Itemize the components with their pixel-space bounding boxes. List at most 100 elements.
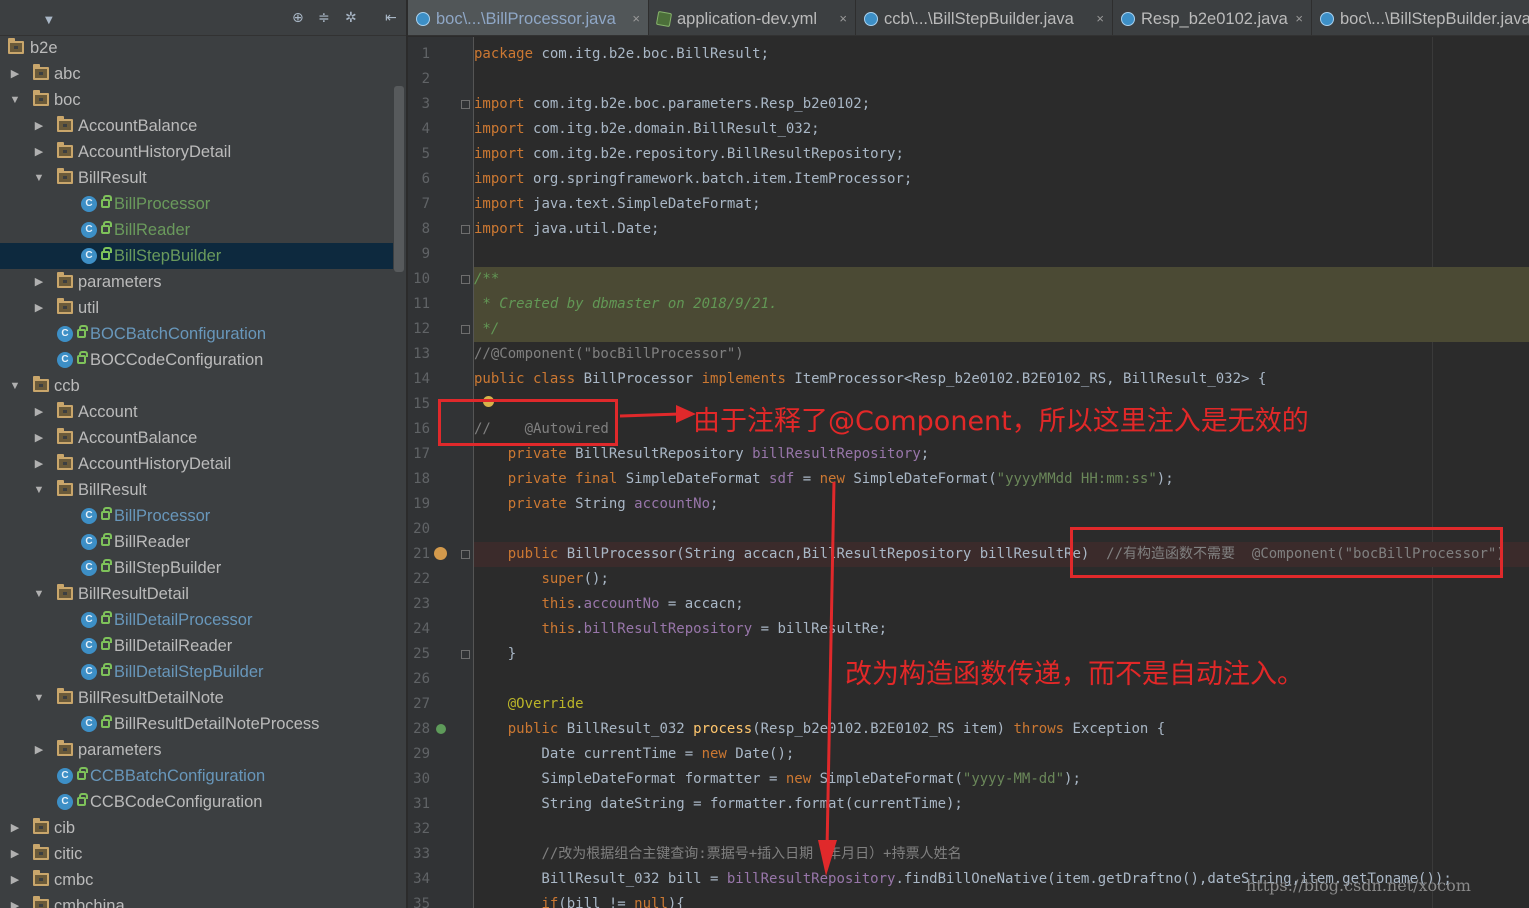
editor-tab[interactable]: boc\...\BillProcessor.java × <box>408 0 649 35</box>
editor-tab[interactable]: ccb\...\BillStepBuilder.java × <box>856 0 1113 35</box>
code-line[interactable]: String dateString = formatter.format(cur… <box>474 792 1529 817</box>
code-line[interactable]: //改为根据组合主键查询:票据号+插入日期（年月日）+持票人姓名 <box>474 842 1529 867</box>
code-line[interactable]: Date currentTime = new Date(); <box>474 742 1529 767</box>
collapse-arrow-icon[interactable]: ▶ <box>33 113 45 139</box>
tree-package-item[interactable]: ▶ cmbc <box>0 867 393 893</box>
tree-package-item[interactable]: ▼ BillResult <box>0 477 393 503</box>
tree-package-item[interactable]: ▶ AccountHistoryDetail <box>0 451 393 477</box>
collapse-arrow-icon[interactable]: ▶ <box>9 815 21 841</box>
code-line[interactable]: import com.itg.b2e.domain.BillResult_032… <box>474 117 1529 142</box>
tree-package-item[interactable]: ▼ ccb <box>0 373 393 399</box>
code-line[interactable]: private final SimpleDateFormat sdf = new… <box>474 467 1529 492</box>
collapse-arrow-icon[interactable]: ▶ <box>9 867 21 893</box>
code-line[interactable]: this.accountNo = accacn; <box>474 592 1529 617</box>
collapse-arrow-icon[interactable]: ▶ <box>33 425 45 451</box>
fold-marker-icon[interactable] <box>461 100 470 109</box>
code-line[interactable]: public BillResult_032 process(Resp_b2e01… <box>474 717 1529 742</box>
code-line[interactable]: */ <box>474 317 1529 342</box>
collapse-arrow-icon[interactable]: ▶ <box>33 737 45 763</box>
collapse-arrow-icon[interactable]: ▶ <box>33 451 45 477</box>
tree-class-item[interactable]: C BillReader <box>0 529 393 555</box>
collapse-arrow-icon[interactable]: ▶ <box>9 841 21 867</box>
expand-arrow-icon[interactable]: ▼ <box>33 477 45 503</box>
tree-class-item[interactable]: C BillStepBuilder <box>0 243 393 269</box>
code-line[interactable]: @Override <box>474 692 1529 717</box>
tree-class-item[interactable]: C BillStepBuilder <box>0 555 393 581</box>
tree-package-item[interactable]: ▶ cmbchina <box>0 893 393 908</box>
tree-package-item[interactable]: b2e <box>0 35 393 61</box>
code-line[interactable]: import com.itg.b2e.repository.BillResult… <box>474 142 1529 167</box>
expand-arrow-icon[interactable]: ▼ <box>9 373 21 399</box>
tree-class-item[interactable]: C BOCBatchConfiguration <box>0 321 393 347</box>
fold-marker-icon[interactable] <box>461 275 470 284</box>
close-icon[interactable]: × <box>1295 0 1303 35</box>
tree-class-item[interactable]: C BillProcessor <box>0 503 393 529</box>
close-icon[interactable]: × <box>1096 0 1104 35</box>
code-line[interactable] <box>474 817 1529 842</box>
tree-package-item[interactable]: ▼ BillResultDetailNote <box>0 685 393 711</box>
tree-class-item[interactable]: C BillDetailStepBuilder <box>0 659 393 685</box>
code-line[interactable]: import java.util.Date; <box>474 217 1529 242</box>
view-dropdown-icon[interactable]: ▼ <box>45 12 53 30</box>
tree-class-item[interactable]: C BillResultDetailNoteProcess <box>0 711 393 737</box>
tree-package-item[interactable]: ▶ AccountBalance <box>0 113 393 139</box>
tree-package-item[interactable]: ▶ cib <box>0 815 393 841</box>
gear-icon[interactable]: ✲ <box>345 9 357 27</box>
override-marker-icon[interactable] <box>436 724 446 734</box>
collapse-arrow-icon[interactable]: ▶ <box>9 893 21 908</box>
tree-package-item[interactable]: ▼ boc <box>0 87 393 113</box>
code-line[interactable]: import com.itg.b2e.boc.parameters.Resp_b… <box>474 92 1529 117</box>
tree-class-item[interactable]: C BOCCodeConfiguration <box>0 347 393 373</box>
code-line[interactable]: public class BillProcessor implements It… <box>474 367 1529 392</box>
tree-package-item[interactable]: ▶ util <box>0 295 393 321</box>
tree-package-item[interactable]: ▼ BillResult <box>0 165 393 191</box>
tree-package-item[interactable]: ▶ parameters <box>0 737 393 763</box>
collapse-arrow-icon[interactable]: ▶ <box>9 61 21 87</box>
collapse-icon[interactable]: ≑ <box>318 9 330 27</box>
code-line[interactable]: /** <box>474 267 1529 292</box>
tree-class-item[interactable]: C BillDetailProcessor <box>0 607 393 633</box>
tree-package-item[interactable]: ▶ citic <box>0 841 393 867</box>
collapse-arrow-icon[interactable]: ▶ <box>33 295 45 321</box>
intention-bulb-icon[interactable] <box>434 547 447 560</box>
expand-arrow-icon[interactable]: ▼ <box>33 685 45 711</box>
code-line[interactable]: private String accountNo; <box>474 492 1529 517</box>
code-line[interactable]: * Created by dbmaster on 2018/9/21. <box>474 292 1529 317</box>
code-line[interactable]: import java.text.SimpleDateFormat; <box>474 192 1529 217</box>
code-line[interactable]: private BillResultRepository billResultR… <box>474 442 1529 467</box>
tree-package-item[interactable]: ▶ parameters <box>0 269 393 295</box>
tree-class-item[interactable]: C BillProcessor <box>0 191 393 217</box>
collapse-arrow-icon[interactable]: ▶ <box>33 139 45 165</box>
code-line[interactable]: this.billResultRepository = billResultRe… <box>474 617 1529 642</box>
collapse-arrow-icon[interactable]: ▶ <box>33 269 45 295</box>
code-line[interactable] <box>474 242 1529 267</box>
code-line[interactable]: package com.itg.b2e.boc.BillResult; <box>474 42 1529 67</box>
hide-icon[interactable]: ⇤ <box>385 9 397 27</box>
expand-arrow-icon[interactable]: ▼ <box>9 87 21 113</box>
tree-class-item[interactable]: C BillDetailReader <box>0 633 393 659</box>
editor-tab[interactable]: application-dev.yml × <box>649 0 856 35</box>
tree-package-item[interactable]: ▶ Account <box>0 399 393 425</box>
tree-class-item[interactable]: C BillReader <box>0 217 393 243</box>
close-icon[interactable]: × <box>839 0 847 35</box>
code-line[interactable] <box>474 67 1529 92</box>
target-icon[interactable]: ⊕ <box>292 9 304 27</box>
tree-package-item[interactable]: ▶ AccountHistoryDetail <box>0 139 393 165</box>
collapse-arrow-icon[interactable]: ▶ <box>33 399 45 425</box>
fold-marker-icon[interactable] <box>461 650 470 659</box>
code-line[interactable]: SimpleDateFormat formatter = new SimpleD… <box>474 767 1529 792</box>
editor-tab[interactable]: Resp_b2e0102.java × <box>1113 0 1312 35</box>
editor-tab[interactable]: boc\...\BillStepBuilder.java <box>1312 0 1529 35</box>
project-scrollbar[interactable] <box>394 86 404 272</box>
tree-package-item[interactable]: ▶ abc <box>0 61 393 87</box>
tree-package-item[interactable]: ▼ BillResultDetail <box>0 581 393 607</box>
expand-arrow-icon[interactable]: ▼ <box>33 165 45 191</box>
code-line[interactable]: //@Component("bocBillProcessor") <box>474 342 1529 367</box>
tree-package-item[interactable]: ▶ AccountBalance <box>0 425 393 451</box>
fold-marker-icon[interactable] <box>461 325 470 334</box>
expand-arrow-icon[interactable]: ▼ <box>33 581 45 607</box>
fold-marker-icon[interactable] <box>461 225 470 234</box>
close-icon[interactable]: × <box>632 0 640 35</box>
tree-class-item[interactable]: C CCBCodeConfiguration <box>0 789 393 815</box>
fold-marker-icon[interactable] <box>461 550 470 559</box>
